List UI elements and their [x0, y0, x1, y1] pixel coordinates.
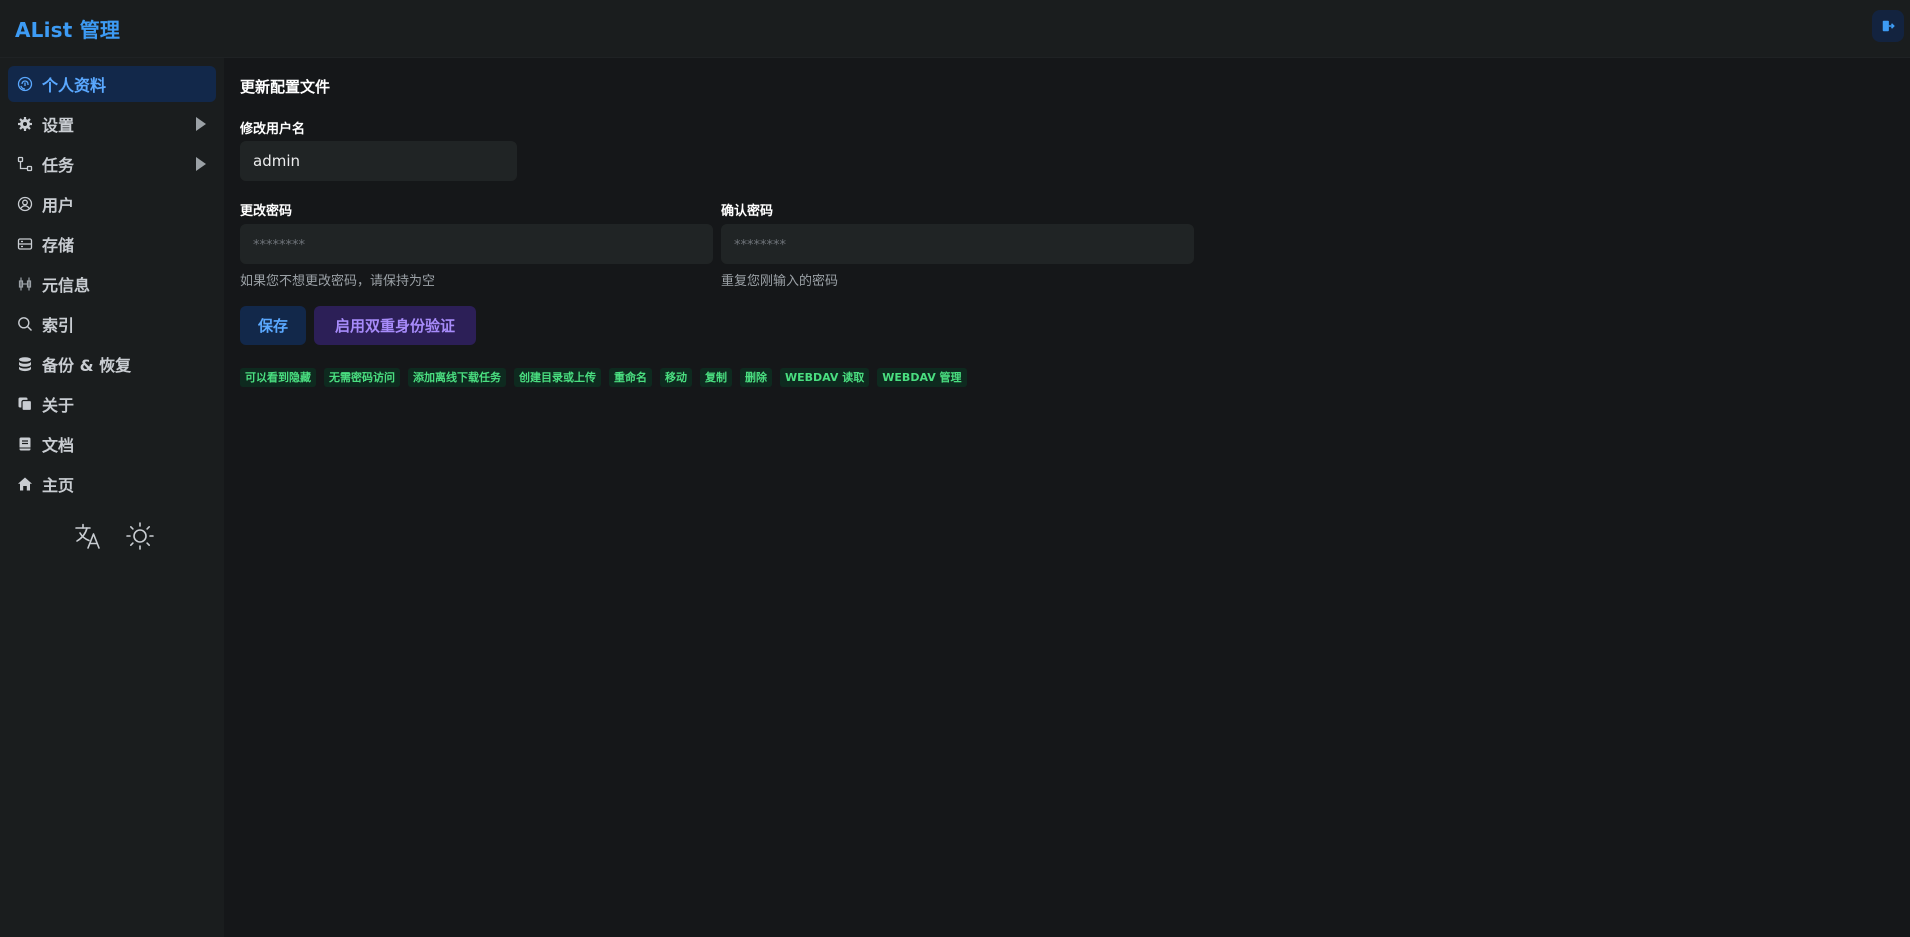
password-label: 更改密码	[240, 204, 293, 219]
sidebar-item-tasks[interactable]: 任务	[8, 146, 216, 182]
permission-badge: 重命名	[609, 368, 652, 387]
logout-icon	[1882, 20, 1895, 32]
permission-badge: 移动	[660, 368, 692, 387]
home-icon	[16, 475, 34, 493]
confirm-password-label: 确认密码	[721, 204, 774, 219]
permission-badge: WEBDAV 管理	[877, 368, 967, 387]
page-title: 更新配置文件	[240, 78, 331, 96]
sidebar-item-label: 主页	[42, 476, 75, 495]
sidebar-item-label: 文档	[42, 436, 75, 455]
confirm-password-input[interactable]	[721, 224, 1194, 264]
confirm-password-helper-text: 重复您刚输入的密码	[721, 274, 839, 289]
sidebar-item-storage[interactable]: 存储	[8, 226, 216, 262]
sidebar-item-settings[interactable]: 设置	[8, 106, 216, 142]
sun-icon[interactable]	[124, 520, 156, 552]
password-input[interactable]	[240, 224, 713, 264]
sidebar: 个人资料 设置 任务 用户 存储 元信息 索引 备份 & 恢复 关于 文档 主页	[0, 58, 224, 937]
sidebar-item-index[interactable]: 索引	[8, 306, 216, 342]
database-icon	[16, 355, 34, 373]
password-helper-text: 如果您不想更改密码，请保持为空	[240, 274, 436, 289]
expand-arrow-icon[interactable]	[196, 157, 206, 171]
tasks-icon	[16, 155, 34, 173]
sidebar-item-users[interactable]: 用户	[8, 186, 216, 222]
permission-badge: 删除	[740, 368, 772, 387]
permission-badges: 可以看到隐藏 无需密码访问 添加离线下载任务 创建目录或上传 重命名 移动 复制…	[240, 368, 967, 387]
storage-icon	[16, 235, 34, 253]
metadata-icon	[16, 275, 34, 293]
sidebar-item-label: 关于	[42, 396, 75, 415]
sidebar-item-metadata[interactable]: 元信息	[8, 266, 216, 302]
sidebar-item-label: 元信息	[42, 276, 91, 295]
sidebar-item-backup-restore[interactable]: 备份 & 恢复	[8, 346, 216, 382]
sidebar-item-label: 备份 & 恢复	[42, 356, 132, 375]
sidebar-item-label: 个人资料	[42, 76, 107, 95]
sidebar-item-label: 设置	[42, 116, 75, 135]
logout-button[interactable]	[1872, 10, 1904, 42]
sidebar-item-label: 存储	[42, 236, 75, 255]
permission-badge: 复制	[700, 368, 732, 387]
username-label: 修改用户名	[240, 122, 306, 137]
book-icon	[16, 435, 34, 453]
permission-badge: WEBDAV 读取	[780, 368, 870, 387]
username-input[interactable]	[240, 141, 517, 181]
gear-icon	[16, 115, 34, 133]
expand-arrow-icon[interactable]	[196, 117, 206, 131]
sidebar-tools	[72, 520, 156, 552]
permission-badge: 添加离线下载任务	[408, 368, 506, 387]
translate-icon[interactable]	[72, 520, 104, 552]
save-button[interactable]: 保存	[240, 306, 306, 345]
enable-2fa-button[interactable]: 启用双重身份验证	[314, 306, 476, 345]
sidebar-item-label: 任务	[42, 156, 75, 175]
sidebar-item-profile[interactable]: 个人资料	[8, 66, 216, 102]
main-content: 更新配置文件 修改用户名 更改密码 如果您不想更改密码，请保持为空 确认密码 重…	[224, 58, 1910, 937]
sidebar-item-docs[interactable]: 文档	[8, 426, 216, 462]
permission-badge: 创建目录或上传	[514, 368, 601, 387]
sidebar-item-label: 索引	[42, 316, 75, 335]
fingerprint-icon	[16, 75, 34, 93]
permission-badge: 无需密码访问	[324, 368, 400, 387]
user-icon	[16, 195, 34, 213]
copy-icon	[16, 395, 34, 413]
sidebar-item-label: 用户	[42, 196, 75, 215]
permission-badge: 可以看到隐藏	[240, 368, 316, 387]
sidebar-item-about[interactable]: 关于	[8, 386, 216, 422]
top-header: AList 管理	[0, 0, 1910, 58]
sidebar-item-home[interactable]: 主页	[8, 466, 216, 502]
search-icon	[16, 315, 34, 333]
app-title[interactable]: AList 管理	[15, 14, 120, 43]
